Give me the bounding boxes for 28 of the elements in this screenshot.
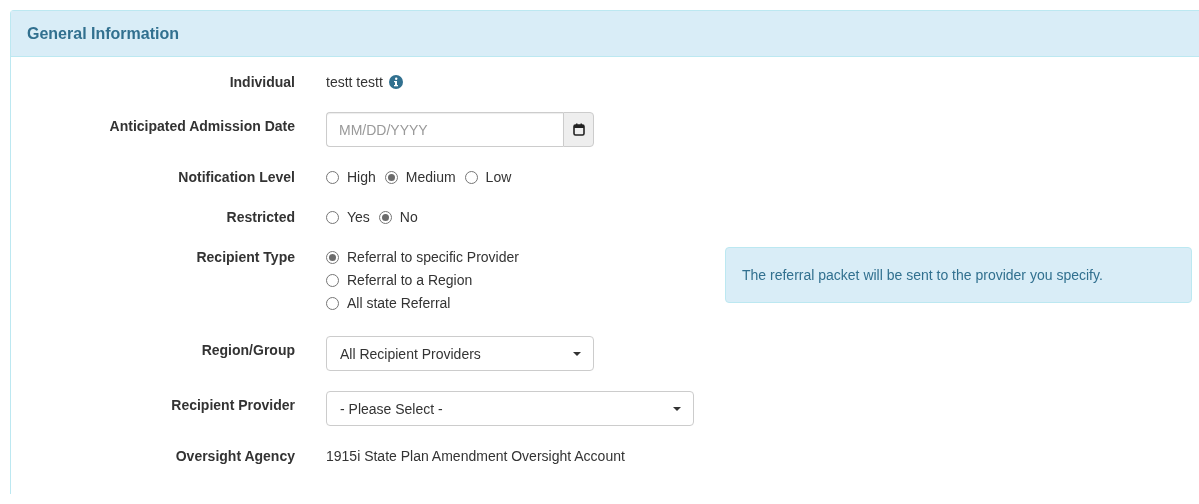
radio-label[interactable]: All state Referral [347,290,451,316]
field-label: Recipient Type [195,248,295,267]
field-value: testt testt [326,73,383,92]
date-input-field[interactable]: MM/DD/YYYY [326,112,563,147]
calendar-button[interactable] [563,112,594,147]
field-label: Region/Group [200,341,295,360]
field-label: Individual [228,73,295,92]
radio-label[interactable]: Yes [347,207,370,227]
field-label: Anticipated Admission Date [108,117,295,136]
field-label: Oversight Agency [174,447,295,466]
field-label: Restricted [225,208,295,227]
caret-icon [573,351,581,356]
info-icon[interactable] [388,75,403,89]
radio-label[interactable]: High [347,167,376,187]
calendar-icon [572,123,585,136]
caret-icon [673,406,681,411]
field-label: Notification Level [177,168,295,187]
radio-label[interactable]: No [399,207,418,227]
dropdown[interactable]: - Please Select - [326,391,694,426]
field-value: 1915i State Plan Amendment Oversight Account [326,447,625,466]
radio-label[interactable]: Medium [405,167,456,187]
field-label: Recipient Provider [170,396,295,415]
radio-label[interactable]: Referral to a Region [347,267,473,293]
info-alert: The referral packet will be sent to the provider you specify. [725,247,1192,303]
dropdown[interactable]: All Recipient Providers [326,336,594,371]
panel-title: General Information [27,25,180,42]
radio-label[interactable]: Low [485,167,512,187]
radio-label[interactable]: Referral to specific Provider [347,244,519,270]
